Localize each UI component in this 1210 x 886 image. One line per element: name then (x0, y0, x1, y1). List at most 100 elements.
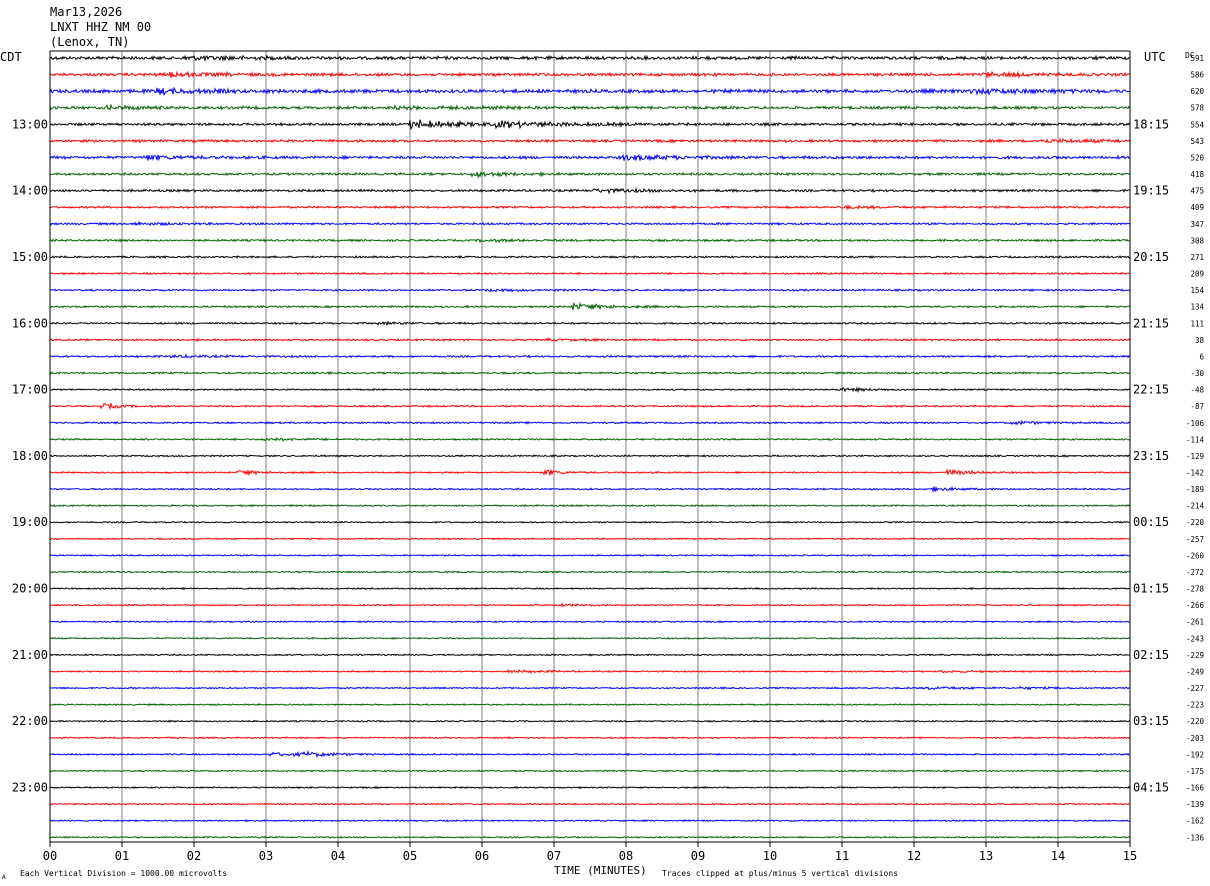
seismic-trace (49, 301, 1131, 311)
seismic-trace (49, 186, 1130, 195)
cdt-hour-label: 15:00 (12, 250, 48, 264)
dc-offset-label: -220 (1186, 717, 1205, 726)
header-location: (Lenox, TN) (50, 35, 129, 49)
seismic-trace (49, 570, 1130, 574)
dc-offset-label: -48 (1190, 386, 1204, 395)
dc-offset-label: 578 (1190, 104, 1204, 113)
x-tick-label: 05 (403, 849, 417, 863)
dc-offset-label: -214 (1186, 502, 1205, 511)
clip-note: Traces clipped at plus/minus 5 vertical … (662, 869, 898, 878)
seismic-trace (49, 337, 1131, 343)
x-tick-label: 07 (547, 849, 561, 863)
seismic-trace (49, 255, 1131, 260)
dc-offset-label: 543 (1190, 137, 1204, 146)
seismic-trace (49, 602, 1131, 608)
dc-offset-label: -229 (1186, 651, 1204, 660)
cdt-hour-label: 22:00 (12, 714, 48, 728)
utc-hour-label: 20:15 (1133, 250, 1169, 264)
dc-offset-label: -192 (1186, 750, 1204, 759)
x-tick-label: 14 (1051, 849, 1065, 863)
dc-offset-label: 308 (1190, 236, 1204, 245)
seismic-trace (50, 403, 1131, 411)
dc-offset-label: -175 (1186, 767, 1204, 776)
seismic-trace (49, 170, 1131, 179)
seismic-trace (49, 818, 1131, 823)
x-tick-label: 15 (1123, 849, 1137, 863)
seismic-trace (49, 485, 1131, 493)
dc-offset-label: 520 (1190, 153, 1204, 162)
dc-offset-label: -114 (1186, 435, 1205, 444)
cdt-hour-label: 14:00 (12, 184, 48, 198)
dc-offset-label: 586 (1190, 71, 1204, 80)
x-tick-label: 02 (187, 849, 201, 863)
utc-hour-label: 03:15 (1133, 714, 1169, 728)
dc-offset-label: -189 (1186, 485, 1204, 494)
cdt-hour-label: 16:00 (12, 316, 48, 330)
seismic-trace (49, 636, 1131, 641)
seismic-trace (49, 669, 1131, 674)
header-date: Mar13,2026 (50, 5, 122, 19)
seismic-trace (49, 137, 1131, 145)
seismic-trace (49, 769, 1131, 773)
dc-offset-label: 620 (1190, 87, 1204, 96)
dc-offset-label: -106 (1186, 419, 1205, 428)
scale-note: Each Vertical Division = 1000.00 microvo… (20, 869, 227, 878)
utc-hour-label: 02:15 (1133, 648, 1169, 662)
x-tick-label: 04 (331, 849, 345, 863)
seismic-trace (50, 520, 1131, 524)
axis-group: 00 01 02 03 04 05 06 07 08 09 10 11 12 13 14 1559158662… (12, 50, 1205, 863)
trace-group (49, 54, 1131, 839)
x-axis-label: TIME (MINUTES) (554, 864, 647, 877)
dc-offset-label: -257 (1186, 535, 1204, 544)
dc-offset-label: 409 (1190, 203, 1204, 212)
seismic-trace (49, 835, 1131, 839)
dc-offset-label: 554 (1190, 120, 1204, 129)
cdt-hour-label: 13:00 (12, 117, 48, 131)
seismic-trace (49, 203, 1131, 211)
utc-hour-label: 19:15 (1133, 184, 1169, 198)
dc-offset-label: 418 (1190, 170, 1204, 179)
header-station: LNXT HHZ NM 00 (50, 20, 151, 34)
seismic-trace (49, 537, 1131, 541)
cdt-hour-label: 20:00 (12, 582, 48, 596)
dc-offset-label: 347 (1190, 220, 1204, 229)
x-tick-label: 08 (619, 849, 633, 863)
seismic-trace (49, 437, 1131, 442)
seismic-trace (49, 220, 1131, 227)
utc-hour-label: 04:15 (1133, 781, 1169, 795)
seismic-trace (49, 653, 1131, 657)
dc-offset-label: 111 (1190, 319, 1204, 328)
seismic-trace (49, 749, 1131, 759)
utc-hour-label: 22:15 (1133, 383, 1169, 397)
dc-offset-label: 154 (1190, 286, 1204, 295)
seismic-trace (49, 785, 1131, 790)
x-tick-label: 12 (907, 849, 921, 863)
seismic-trace (49, 370, 1131, 376)
seismic-trace (49, 288, 1131, 293)
seismic-trace (49, 320, 1131, 327)
dc-offset-label: -223 (1186, 701, 1204, 710)
seismic-trace (49, 54, 1131, 63)
dc-offset-label: -162 (1186, 817, 1204, 826)
x-tick-label: 09 (691, 849, 705, 863)
dc-offset-label: -142 (1186, 469, 1204, 478)
dc-offset-label: 271 (1190, 253, 1204, 262)
seismic-trace (49, 685, 1131, 691)
seismic-trace (49, 353, 1131, 359)
seismic-trace (49, 736, 1131, 740)
seismic-trace (49, 468, 1131, 477)
cdt-hour-label: 18:00 (12, 449, 48, 463)
cdt-hour-label: 17:00 (12, 383, 48, 397)
dc-offset-label: -249 (1186, 667, 1204, 676)
dc-offset-label: -30 (1190, 369, 1204, 378)
x-tick-label: 00 (43, 849, 57, 863)
x-tick-label: 10 (763, 849, 777, 863)
dc-offset-label: 6 (1199, 352, 1204, 361)
dc-offset-label: -139 (1186, 800, 1204, 809)
dc-offset-label: -136 (1186, 833, 1205, 842)
seismic-trace (49, 553, 1130, 558)
seismic-trace (49, 271, 1131, 276)
seismic-trace (49, 703, 1131, 707)
dc-offset-label: -220 (1186, 518, 1205, 527)
seismic-trace (49, 386, 1131, 394)
